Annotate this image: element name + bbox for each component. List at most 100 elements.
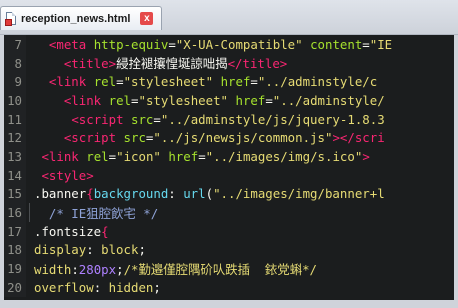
line-number: 17 bbox=[4, 221, 26, 241]
line-number: 13 bbox=[4, 147, 26, 166]
tab-reception-news[interactable]: reception_news.html x bbox=[0, 6, 163, 30]
code-token: "../adminstyle/js/jquery-1.8.3 bbox=[160, 111, 385, 127]
code-token: "../adminstyle/ bbox=[272, 92, 385, 108]
code-line[interactable]: 16 /* IE狙腔飲宅 */ bbox=[4, 203, 454, 222]
code-line[interactable]: 17 .fontsize{ bbox=[4, 221, 454, 241]
code-token: ></scri bbox=[332, 130, 385, 146]
code-token: = bbox=[265, 92, 273, 108]
code-token: = bbox=[198, 148, 206, 164]
line-number: 10 bbox=[4, 91, 26, 110]
code-text: <meta http-equiv="X-UA-Compatible" conte… bbox=[34, 37, 454, 52]
code-token: <title> bbox=[63, 56, 117, 72]
code-token: <script bbox=[71, 111, 124, 127]
line-number: 9 bbox=[4, 72, 26, 92]
code-text: <title>綅拴褪攘惶埏諒咄揭</title> bbox=[34, 54, 454, 72]
line-number: 8 bbox=[4, 53, 26, 73]
code-line[interactable]: 19 width:280px;/*勤邉僅腔隅砎㕥跌插 銥党蝌*/ bbox=[4, 259, 454, 278]
code-token: /*勤邉僅腔隅砎㕥跌插 銥党蝌*/ bbox=[123, 261, 318, 277]
fold-gutter bbox=[26, 147, 34, 166]
code-token: block bbox=[101, 242, 139, 258]
code-token: > bbox=[362, 148, 370, 164]
code-token: <link bbox=[48, 74, 87, 90]
code-token: = bbox=[108, 148, 117, 164]
code-token: : bbox=[93, 279, 109, 295]
code-token: src bbox=[123, 130, 146, 146]
code-token: "../adminstyle/c bbox=[257, 74, 378, 90]
code-line[interactable]: 7 <meta http-equiv="X-UA-Compatible" con… bbox=[4, 35, 454, 54]
fold-gutter bbox=[26, 185, 34, 204]
code-token: background bbox=[93, 186, 169, 202]
code-line[interactable]: 9 <link rel="stylesheet" href="../admins… bbox=[4, 72, 454, 92]
fold-gutter bbox=[26, 110, 34, 129]
code-line[interactable]: 20 overflow: hidden; bbox=[4, 277, 454, 297]
code-line[interactable]: 13 <link rel="icon" href="../images/img/… bbox=[4, 147, 454, 166]
fold-gutter bbox=[26, 91, 34, 110]
line-number: 19 bbox=[4, 259, 26, 278]
code-line[interactable]: 11 <script src="../adminstyle/js/jquery-… bbox=[4, 109, 454, 129]
line-number: 18 bbox=[4, 240, 26, 260]
code-token: { bbox=[86, 186, 94, 202]
fold-gutter bbox=[26, 259, 34, 278]
code-line[interactable]: 10 <link rel="stylesheet" href="../admin… bbox=[4, 91, 454, 110]
code-token: <style> bbox=[41, 167, 94, 183]
code-line[interactable]: 18 display: block; bbox=[4, 240, 454, 260]
line-number: 12 bbox=[4, 128, 26, 148]
code-token: "icon" bbox=[116, 148, 161, 164]
code-token: href bbox=[220, 74, 251, 90]
code-text: <link rel="icon" href="../images/img/s.i… bbox=[34, 149, 454, 164]
code-text: <link rel="stylesheet" href="../adminsty… bbox=[34, 93, 454, 108]
line-number: 11 bbox=[4, 109, 26, 129]
code-line[interactable]: 15 .banner{background: url("../images/img… bbox=[4, 184, 454, 204]
fold-gutter bbox=[26, 203, 34, 222]
close-icon[interactable]: x bbox=[140, 12, 154, 25]
code-editor[interactable]: 7 <meta http-equiv="X-UA-Compatible" con… bbox=[0, 35, 458, 308]
code-text: .fontsize{ bbox=[34, 224, 454, 239]
editor-window: reception_news.html x 7 <meta http-equiv… bbox=[0, 0, 458, 308]
fold-gutter bbox=[26, 72, 34, 91]
code-token: "../images/img/s.ico" bbox=[205, 148, 363, 164]
fold-gutter bbox=[26, 35, 34, 54]
code-token: display bbox=[34, 242, 87, 258]
code-token: "stylesheet" bbox=[123, 74, 214, 90]
code-token: "IE bbox=[369, 36, 393, 52]
code-token: { bbox=[101, 223, 109, 239]
code-token: 280px bbox=[78, 261, 117, 277]
code-token: url bbox=[183, 186, 206, 202]
code-token: </title> bbox=[227, 56, 288, 72]
fold-gutter bbox=[26, 241, 34, 260]
code-text: <script src="../adminstyle/js/jquery-1.8… bbox=[34, 112, 454, 127]
code-token: rel bbox=[93, 74, 117, 90]
code-line[interactable]: 14 <style> bbox=[4, 165, 454, 185]
fold-gutter bbox=[26, 278, 34, 297]
code-token: <link bbox=[63, 92, 102, 108]
line-number: 16 bbox=[4, 203, 26, 222]
code-token: http-equiv bbox=[93, 36, 169, 52]
tab-filename: reception_news.html bbox=[21, 12, 131, 25]
code-token: ; bbox=[153, 279, 161, 295]
html-file-icon bbox=[5, 11, 17, 26]
code-line[interactable]: 12 <script src="../js/newsjs/common.js">… bbox=[4, 128, 454, 148]
code-token: <script bbox=[63, 130, 117, 146]
code-token: content bbox=[310, 36, 363, 52]
horizontal-scrollbar[interactable] bbox=[0, 300, 458, 308]
fold-gutter bbox=[26, 166, 34, 185]
code-token: <meta bbox=[48, 36, 87, 52]
code-text: <link rel="stylesheet" href="../adminsty… bbox=[34, 74, 454, 89]
fold-gutter bbox=[26, 222, 34, 241]
code-line[interactable]: 8 <title>綅拴褪攘惶埏諒咄揭</title> bbox=[4, 53, 454, 73]
code-text: width:280px;/*勤邉僅腔隅砎㕥跌插 銥党蝌*/ bbox=[34, 260, 454, 278]
line-number: 15 bbox=[4, 184, 26, 204]
line-number: 20 bbox=[4, 277, 26, 297]
code-token: ; bbox=[138, 242, 146, 258]
code-token: .fontsize bbox=[34, 223, 102, 239]
